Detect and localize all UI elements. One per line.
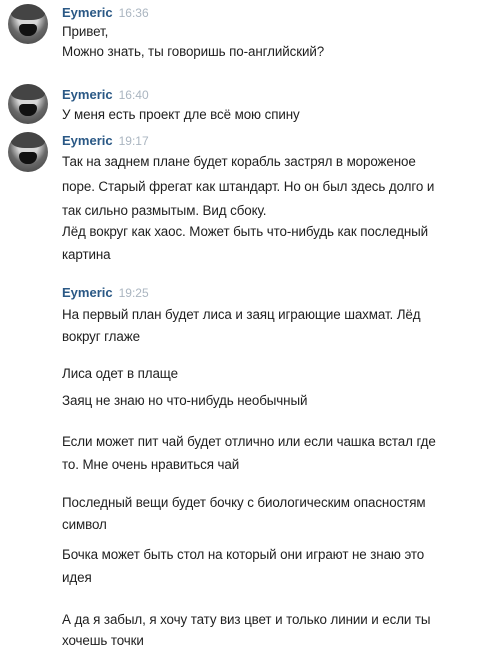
message-text: символ xyxy=(62,517,107,532)
message-text: Привет, xyxy=(62,24,109,39)
message-text: так сильно размытым. Вид сбоку. xyxy=(62,203,267,218)
message-text: Лёд вокруг как хаос. Может быть что-нибу… xyxy=(62,224,429,239)
message-time[interactable]: 19:17 xyxy=(119,134,149,148)
message-header: Eymeric 19:25 xyxy=(62,285,149,301)
message-time[interactable]: 16:36 xyxy=(119,6,149,20)
message-header: Eymeric 16:36 xyxy=(62,5,149,21)
message-text: Лиса одет в плаще xyxy=(62,366,178,381)
message-header: Eymeric 16:40 xyxy=(62,87,149,103)
message-text: Бочка может быть стол на который они игр… xyxy=(62,547,425,562)
message-text: Если может пит чай будет отлично или есл… xyxy=(62,434,436,449)
message-text: хочешь точки xyxy=(62,633,144,648)
message-text: На первый план будет лиса и заяц играющи… xyxy=(62,307,421,322)
message-text: Можно знать, ты говоришь по-английский? xyxy=(62,44,325,59)
message-text: Заяц не знаю но что-нибудь необычный xyxy=(62,393,308,408)
author-name[interactable]: Eymeric xyxy=(62,87,113,102)
message-text: Последный вещи будет бочку с биологическ… xyxy=(62,495,426,510)
author-name[interactable]: Eymeric xyxy=(62,133,113,148)
avatar[interactable] xyxy=(8,132,48,172)
message-text: У меня есть проект дле всё мою спину xyxy=(62,107,300,122)
avatar[interactable] xyxy=(8,4,48,44)
message-text: картина xyxy=(62,247,111,262)
message-text: А да я забыл, я хочу тату виз цвет и тол… xyxy=(62,612,431,627)
message-header: Eymeric 19:17 xyxy=(62,133,149,149)
avatar[interactable] xyxy=(8,84,48,124)
message-time[interactable]: 19:25 xyxy=(119,286,149,300)
message-text: вокруг глаже xyxy=(62,329,140,344)
author-name[interactable]: Eymeric xyxy=(62,285,113,300)
author-name[interactable]: Eymeric xyxy=(62,5,113,20)
message-time[interactable]: 16:40 xyxy=(119,88,149,102)
message-text: то. Мне очень нравиться чай xyxy=(62,457,240,472)
message-text: поре. Старый фрегат как штандарт. Но он … xyxy=(62,179,435,194)
message-text: Так на заднем плане будет корабль застря… xyxy=(62,154,416,169)
message-text: идея xyxy=(62,570,92,585)
